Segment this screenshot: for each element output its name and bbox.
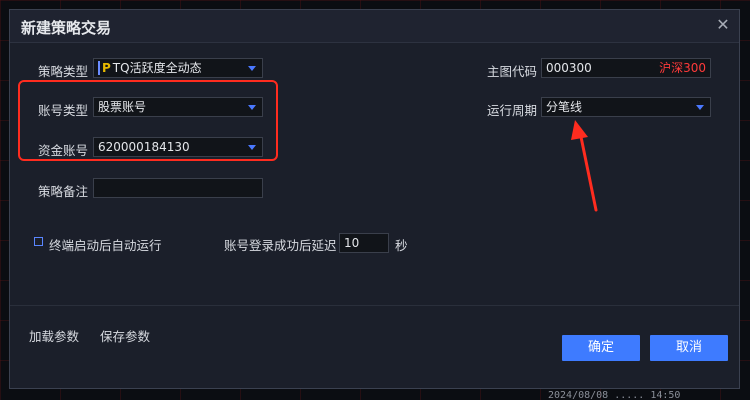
annotation-arrow-icon — [571, 120, 598, 212]
